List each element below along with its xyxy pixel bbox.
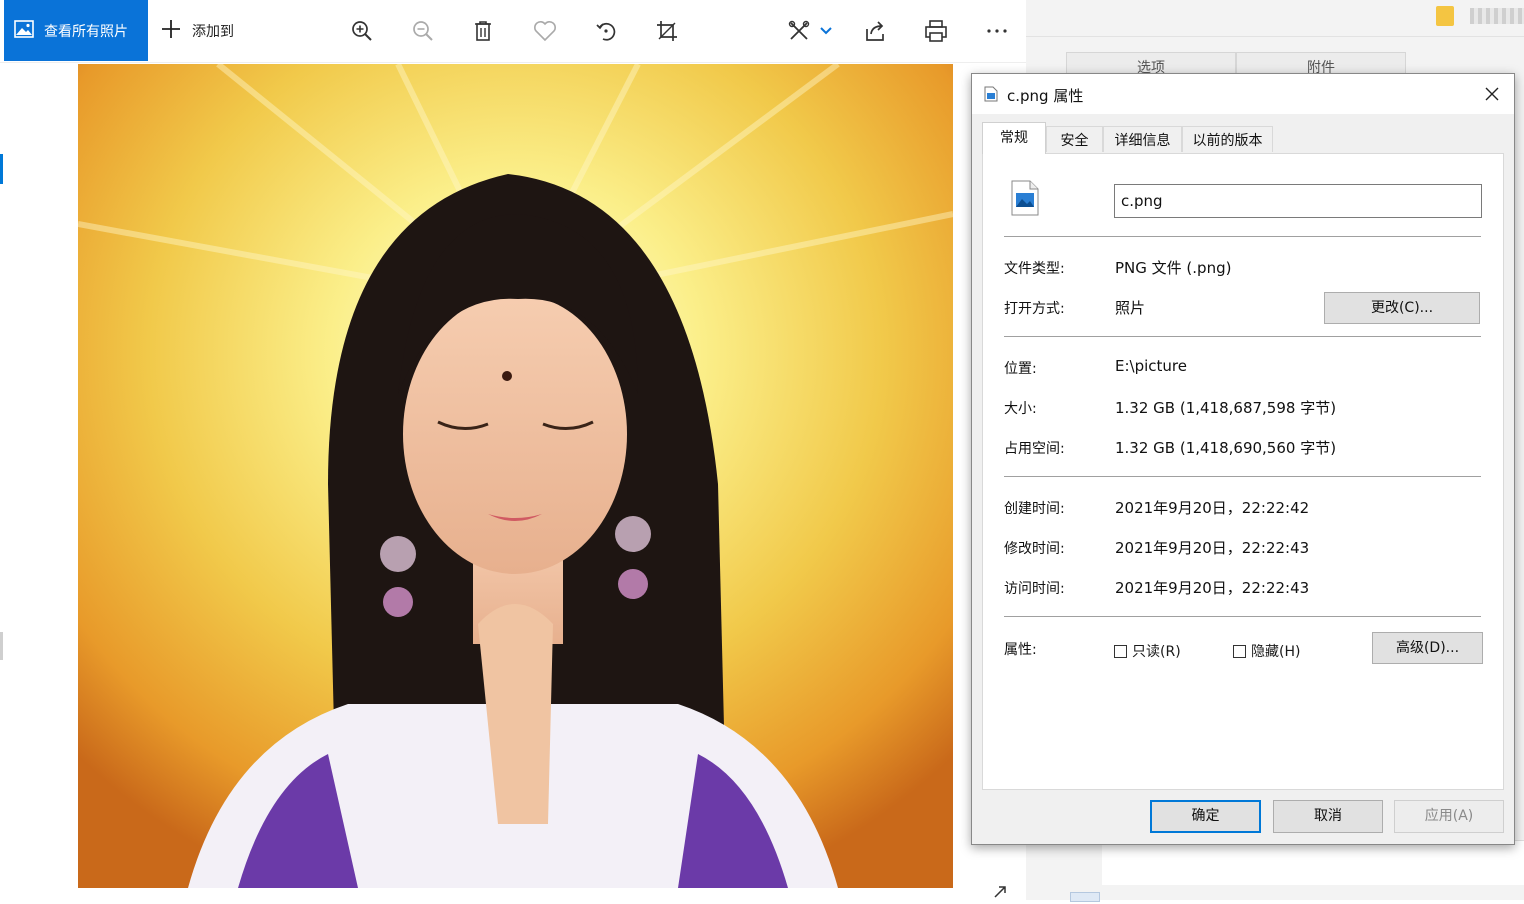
divider — [1026, 36, 1524, 37]
photos-toolbar: 查看所有照片 添加到 — [0, 0, 1026, 63]
close-button[interactable] — [1470, 74, 1514, 114]
created-label: 创建时间: — [1004, 501, 1065, 517]
attributes-label: 属性: — [1004, 642, 1037, 658]
zoom-in-icon — [352, 21, 372, 41]
more-icon — [987, 29, 1007, 33]
background-button[interactable] — [1070, 892, 1100, 902]
add-to-label: 添加到 — [192, 23, 234, 40]
expand-icon[interactable] — [992, 884, 1008, 904]
png-file-icon — [1010, 180, 1040, 220]
hidden-checkbox[interactable]: 隐藏(H) — [1233, 641, 1300, 661]
readonly-label: 只读(R) — [1132, 644, 1181, 660]
accessed-value: 2021年9月20日，22:22:43 — [1115, 579, 1310, 597]
selection-indicator — [0, 154, 3, 184]
edit-tools-icon — [788, 20, 810, 40]
delete-button[interactable] — [467, 15, 499, 47]
checkbox-box[interactable] — [1233, 644, 1246, 658]
photos-icon — [14, 19, 34, 42]
rotate-button[interactable] — [590, 15, 622, 47]
zoom-in-button[interactable] — [346, 15, 378, 47]
general-tab-panel: 文件类型: PNG 文件 (.png) 打开方式: 照片 更改(C)... 位置… — [982, 153, 1504, 790]
close-icon — [1485, 87, 1499, 101]
cancel-button[interactable]: 取消 — [1273, 800, 1383, 833]
checkbox-box[interactable] — [1114, 644, 1127, 658]
printer-icon — [925, 20, 947, 42]
divider — [1004, 336, 1481, 337]
zoom-out-button[interactable] — [407, 15, 439, 47]
scroll-indicator — [0, 632, 3, 660]
left-window-edge — [0, 62, 4, 662]
image-file-icon — [984, 86, 998, 106]
file-type-value: PNG 文件 (.png) — [1115, 259, 1232, 277]
location-value: E:\picture — [1115, 357, 1187, 375]
modified-label: 修改时间: — [1004, 541, 1065, 557]
share-icon — [866, 21, 884, 41]
blurred-text — [1470, 8, 1524, 24]
edit-create-button[interactable] — [782, 15, 838, 47]
tab-general[interactable]: 常规 — [982, 122, 1046, 154]
tab-previous-versions[interactable]: 以前的版本 — [1182, 126, 1273, 152]
file-type-label: 文件类型: — [1004, 261, 1065, 277]
view-all-photos-button[interactable]: 查看所有照片 — [4, 0, 148, 61]
dialog-title-bar[interactable]: c.png 属性 — [972, 74, 1514, 114]
apply-button[interactable]: 应用(A) — [1394, 800, 1504, 833]
zoom-out-icon — [413, 21, 433, 41]
hidden-label: 隐藏(H) — [1251, 644, 1301, 660]
divider — [1004, 616, 1481, 617]
accessed-label: 访问时间: — [1004, 581, 1065, 597]
change-button[interactable]: 更改(C)... — [1324, 292, 1480, 324]
divider — [1004, 476, 1481, 477]
share-button[interactable] — [859, 15, 891, 47]
properties-dialog: c.png 属性 常规 安全 详细信息 以前的版本 文件类型: PNG 文件 (… — [971, 73, 1515, 845]
advanced-button[interactable]: 高级(D)... — [1372, 632, 1483, 664]
add-to-button[interactable]: 添加到 — [160, 0, 234, 61]
divider — [1004, 236, 1481, 237]
file-name-field[interactable] — [1114, 184, 1482, 218]
crop-button[interactable] — [651, 15, 683, 47]
view-all-label: 查看所有照片 — [44, 23, 128, 40]
location-label: 位置: — [1004, 361, 1037, 377]
readonly-checkbox[interactable]: 只读(R) — [1114, 641, 1181, 661]
tab-security[interactable]: 安全 — [1046, 126, 1103, 152]
size-label: 大小: — [1004, 401, 1037, 417]
size-on-disk-label: 占用空间: — [1004, 441, 1065, 457]
chevron-down-icon — [820, 27, 832, 35]
created-value: 2021年9月20日，22:22:42 — [1115, 499, 1310, 517]
print-button[interactable] — [920, 15, 952, 47]
more-options-button[interactable] — [981, 15, 1013, 47]
displayed-photo[interactable] — [78, 64, 953, 888]
dialog-title: c.png 属性 — [1007, 87, 1084, 105]
favorite-button[interactable] — [529, 15, 561, 47]
modified-value: 2021年9月20日，22:22:43 — [1115, 539, 1310, 557]
ok-button[interactable]: 确定 — [1150, 800, 1261, 833]
open-with-label: 打开方式: — [1004, 301, 1065, 317]
size-on-disk-value: 1.32 GB (1,418,690,560 字节) — [1115, 439, 1337, 457]
heart-icon — [534, 21, 556, 42]
rotate-icon — [596, 22, 616, 41]
tab-details[interactable]: 详细信息 — [1103, 126, 1182, 152]
open-with-value: 照片 — [1115, 299, 1146, 317]
plus-icon — [160, 18, 182, 44]
trash-icon — [475, 21, 491, 41]
background-panel — [1102, 840, 1524, 885]
folder-icon — [1436, 6, 1454, 26]
crop-icon — [657, 21, 677, 41]
size-value: 1.32 GB (1,418,687,598 字节) — [1115, 399, 1337, 417]
